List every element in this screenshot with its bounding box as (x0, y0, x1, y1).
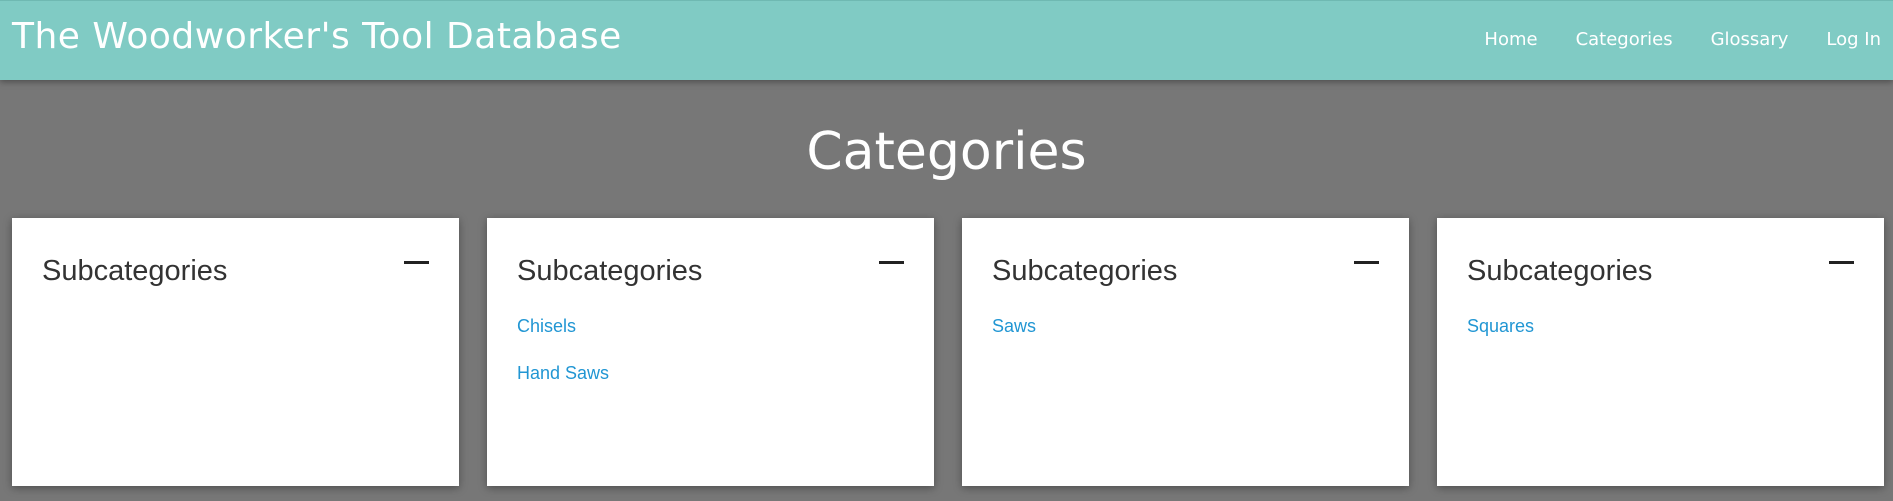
subcategory-link-squares[interactable]: Squares (1467, 314, 1854, 339)
card-title: Subcategories (42, 255, 228, 287)
main-nav: Home Categories Glossary Log In (1484, 29, 1881, 50)
subcategory-list: Saws (992, 314, 1379, 339)
collapse-icon[interactable] (1829, 259, 1854, 281)
category-card: Subcategories (12, 218, 459, 486)
subcategory-link-hand-saws[interactable]: Hand Saws (517, 361, 904, 386)
subcategory-list: Chisels Hand Saws (517, 314, 904, 386)
category-cards: Subcategories Subcategories Chisels Hand… (12, 218, 1884, 486)
page-title: Categories (806, 122, 1087, 182)
nav-glossary-link[interactable]: Glossary (1711, 29, 1789, 50)
category-card: Subcategories Saws (962, 218, 1409, 486)
subcategory-link-saws[interactable]: Saws (992, 314, 1379, 339)
subcategory-list: Squares (1467, 314, 1854, 339)
site-brand[interactable]: The Woodworker's Tool Database (12, 16, 622, 57)
nav-home-link[interactable]: Home (1484, 29, 1537, 50)
nav-categories-link[interactable]: Categories (1576, 29, 1673, 50)
category-card: Subcategories Squares (1437, 218, 1884, 486)
category-card: Subcategories Chisels Hand Saws (487, 218, 934, 486)
top-navbar: The Woodworker's Tool Database Home Cate… (0, 0, 1893, 80)
card-title: Subcategories (517, 255, 703, 287)
collapse-icon[interactable] (1354, 259, 1379, 281)
collapse-icon[interactable] (404, 259, 429, 281)
collapse-icon[interactable] (879, 259, 904, 281)
card-title: Subcategories (1467, 255, 1653, 287)
subcategory-link-chisels[interactable]: Chisels (517, 314, 904, 339)
card-title: Subcategories (992, 255, 1178, 287)
nav-login-link[interactable]: Log In (1826, 29, 1881, 50)
